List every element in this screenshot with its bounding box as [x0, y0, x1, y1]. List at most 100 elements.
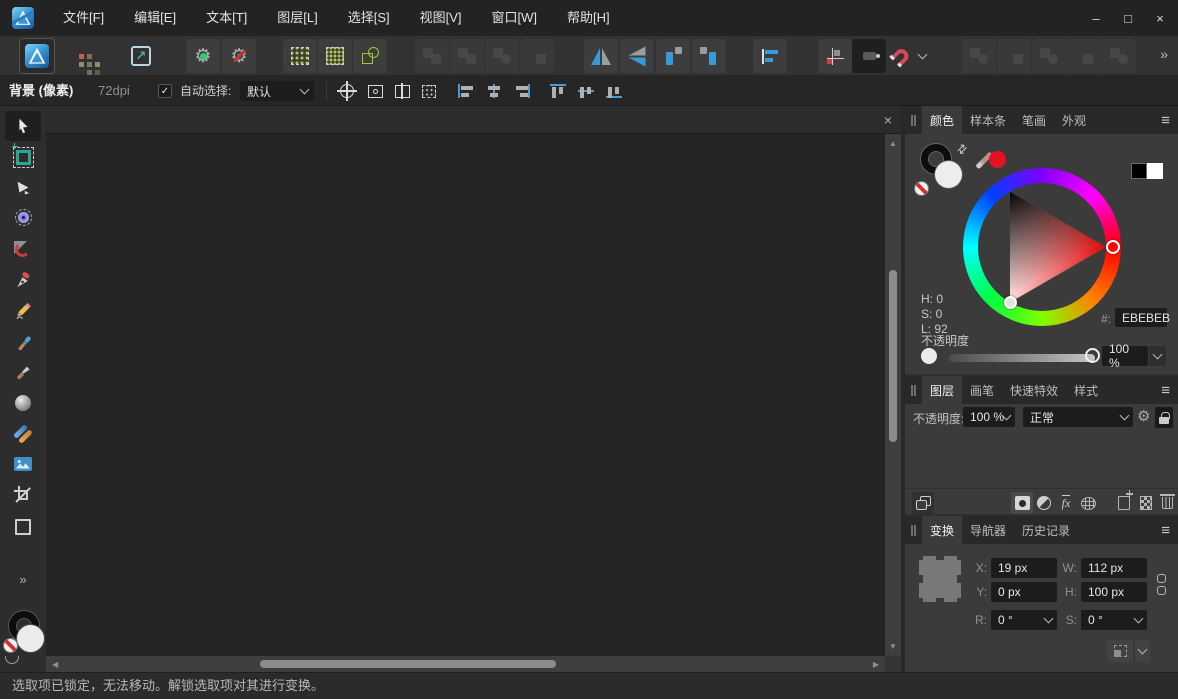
- mesh-warp-button[interactable]: [1077, 492, 1099, 514]
- y-input[interactable]: 0 px: [991, 582, 1057, 602]
- shear-dropdown[interactable]: 0 °: [1081, 610, 1147, 630]
- close-view-icon[interactable]: ×: [884, 106, 892, 134]
- color-wheel[interactable]: [963, 168, 1121, 326]
- layer-opacity-dropdown[interactable]: 100 %: [963, 407, 1015, 427]
- menu-text[interactable]: 文本[T]: [191, 0, 262, 36]
- transform-objects-button[interactable]: [389, 80, 415, 102]
- panel-grip-icon[interactable]: [911, 525, 916, 536]
- white-swatch[interactable]: [1147, 163, 1163, 179]
- place-image-tool[interactable]: [5, 450, 41, 478]
- snapping-dropdown[interactable]: [914, 39, 930, 73]
- layer-list[interactable]: [905, 432, 1178, 488]
- vertical-scrollbar[interactable]: ▲ ▼: [885, 134, 901, 656]
- swap-colors-icon[interactable]: ⇄: [954, 140, 971, 157]
- align-top-button[interactable]: [545, 80, 571, 102]
- link-aspect-icon[interactable]: [1157, 574, 1166, 595]
- tab-history[interactable]: 历史记录: [1014, 516, 1078, 544]
- hide-selection-button[interactable]: [362, 80, 388, 102]
- opacity-dropdown[interactable]: [1149, 346, 1166, 366]
- sampled-color-swatch[interactable]: [989, 151, 1006, 168]
- delete-layer-button[interactable]: [1156, 492, 1178, 514]
- color-selector[interactable]: [1004, 296, 1017, 309]
- align-middle-button[interactable]: [573, 80, 599, 102]
- x-input[interactable]: 19 px: [991, 558, 1057, 578]
- scroll-down-icon[interactable]: ▼: [889, 642, 897, 651]
- layer-effects-button[interactable]: fx: [1055, 492, 1077, 514]
- disable-gear-button[interactable]: ⚙: [222, 39, 256, 73]
- panel-grip-icon[interactable]: [911, 385, 916, 396]
- horizontal-scroll-thumb[interactable]: [260, 660, 556, 668]
- close-button[interactable]: ×: [1144, 0, 1176, 36]
- designer-persona-button[interactable]: [20, 39, 54, 73]
- black-swatch[interactable]: [1131, 163, 1147, 179]
- opacity-slider[interactable]: [949, 354, 1095, 362]
- align-center-button[interactable]: [481, 80, 507, 102]
- black-white-swatch[interactable]: [1131, 163, 1163, 179]
- align-right-button[interactable]: [509, 80, 535, 102]
- tab-swatches[interactable]: 样本条: [962, 106, 1014, 134]
- menu-edit[interactable]: 编辑[E]: [119, 0, 191, 36]
- alignment-button[interactable]: [753, 39, 787, 73]
- menu-layer[interactable]: 图层[L]: [262, 0, 332, 36]
- rotate-cw-button[interactable]: [692, 39, 726, 73]
- more-tools-button[interactable]: »: [0, 572, 46, 587]
- new-pixel-layer-button[interactable]: [1135, 492, 1157, 514]
- node-tool[interactable]: [5, 174, 41, 202]
- fill-tool[interactable]: [5, 389, 41, 417]
- menu-window[interactable]: 窗口[W]: [477, 0, 553, 36]
- tab-color[interactable]: 颜色: [922, 106, 962, 134]
- mask-layer-button[interactable]: [1011, 492, 1033, 514]
- blend-mode-dropdown[interactable]: 正常: [1023, 407, 1133, 427]
- tab-transform[interactable]: 变换: [922, 516, 962, 544]
- opacity-slider-handle[interactable]: [1085, 348, 1100, 363]
- transform-mode-button[interactable]: [1107, 640, 1133, 662]
- flip-vertical-button[interactable]: [620, 39, 654, 73]
- show-rotation-center-button[interactable]: [334, 80, 360, 102]
- tab-brushes[interactable]: 画笔: [962, 376, 1002, 404]
- w-input[interactable]: 112 px: [1081, 558, 1147, 578]
- vector-brush-tool[interactable]: [5, 329, 41, 357]
- new-layer-button[interactable]: [1113, 492, 1135, 514]
- opacity-value-input[interactable]: 100 %: [1102, 346, 1148, 366]
- corner-tool[interactable]: [5, 235, 41, 263]
- no-color-swatch[interactable]: [4, 639, 17, 652]
- pixel-align-button[interactable]: [416, 80, 442, 102]
- crop-tool[interactable]: [5, 481, 41, 509]
- tab-quick-fx[interactable]: 快速特效: [1002, 376, 1066, 404]
- snap-shapes-button[interactable]: [353, 39, 387, 73]
- lock-layer-button[interactable]: [1155, 407, 1173, 428]
- snapping-gear-button[interactable]: ⚙: [186, 39, 220, 73]
- align-bottom-button[interactable]: [601, 80, 627, 102]
- cycle-selection-toggle[interactable]: [852, 39, 886, 73]
- tab-layers[interactable]: 图层: [922, 376, 962, 404]
- gradient-tool[interactable]: [5, 420, 41, 448]
- tab-appearance[interactable]: 外观: [1054, 106, 1094, 134]
- fill-color-well[interactable]: [935, 161, 962, 188]
- tab-stroke[interactable]: 笔画: [1014, 106, 1054, 134]
- menu-view[interactable]: 视图[V]: [405, 0, 477, 36]
- transform-origin-button[interactable]: [818, 39, 852, 73]
- hex-input[interactable]: EBEBEB: [1115, 308, 1167, 327]
- align-left-button[interactable]: [453, 80, 479, 102]
- scroll-right-icon[interactable]: ▶: [873, 660, 879, 669]
- swap-colors-icon[interactable]: [5, 656, 19, 664]
- maximize-button[interactable]: □: [1112, 0, 1144, 36]
- vertical-scroll-thumb[interactable]: [889, 270, 897, 442]
- hue-selector[interactable]: [1106, 240, 1120, 254]
- snapping-magnet-button[interactable]: [884, 39, 918, 73]
- artboard-tool[interactable]: [5, 143, 41, 171]
- tab-navigator[interactable]: 导航器: [962, 516, 1014, 544]
- snap-pixel-button[interactable]: [318, 39, 352, 73]
- menu-help[interactable]: 帮助[H]: [552, 0, 625, 36]
- auto-select-checkbox[interactable]: ✓: [158, 84, 172, 98]
- pixel-persona-button[interactable]: [64, 39, 98, 73]
- menu-select[interactable]: 选择[S]: [333, 0, 405, 36]
- menu-file[interactable]: 文件[F]: [48, 0, 119, 36]
- rotate-ccw-button[interactable]: [656, 39, 690, 73]
- panel-grip-icon[interactable]: [911, 115, 916, 126]
- horizontal-scrollbar[interactable]: ◀ ▶: [46, 656, 885, 672]
- pen-tool[interactable]: [5, 266, 41, 294]
- no-color-swatch[interactable]: [915, 182, 928, 195]
- scroll-up-icon[interactable]: ▲: [889, 139, 897, 148]
- adjustment-layer-button[interactable]: [1033, 492, 1055, 514]
